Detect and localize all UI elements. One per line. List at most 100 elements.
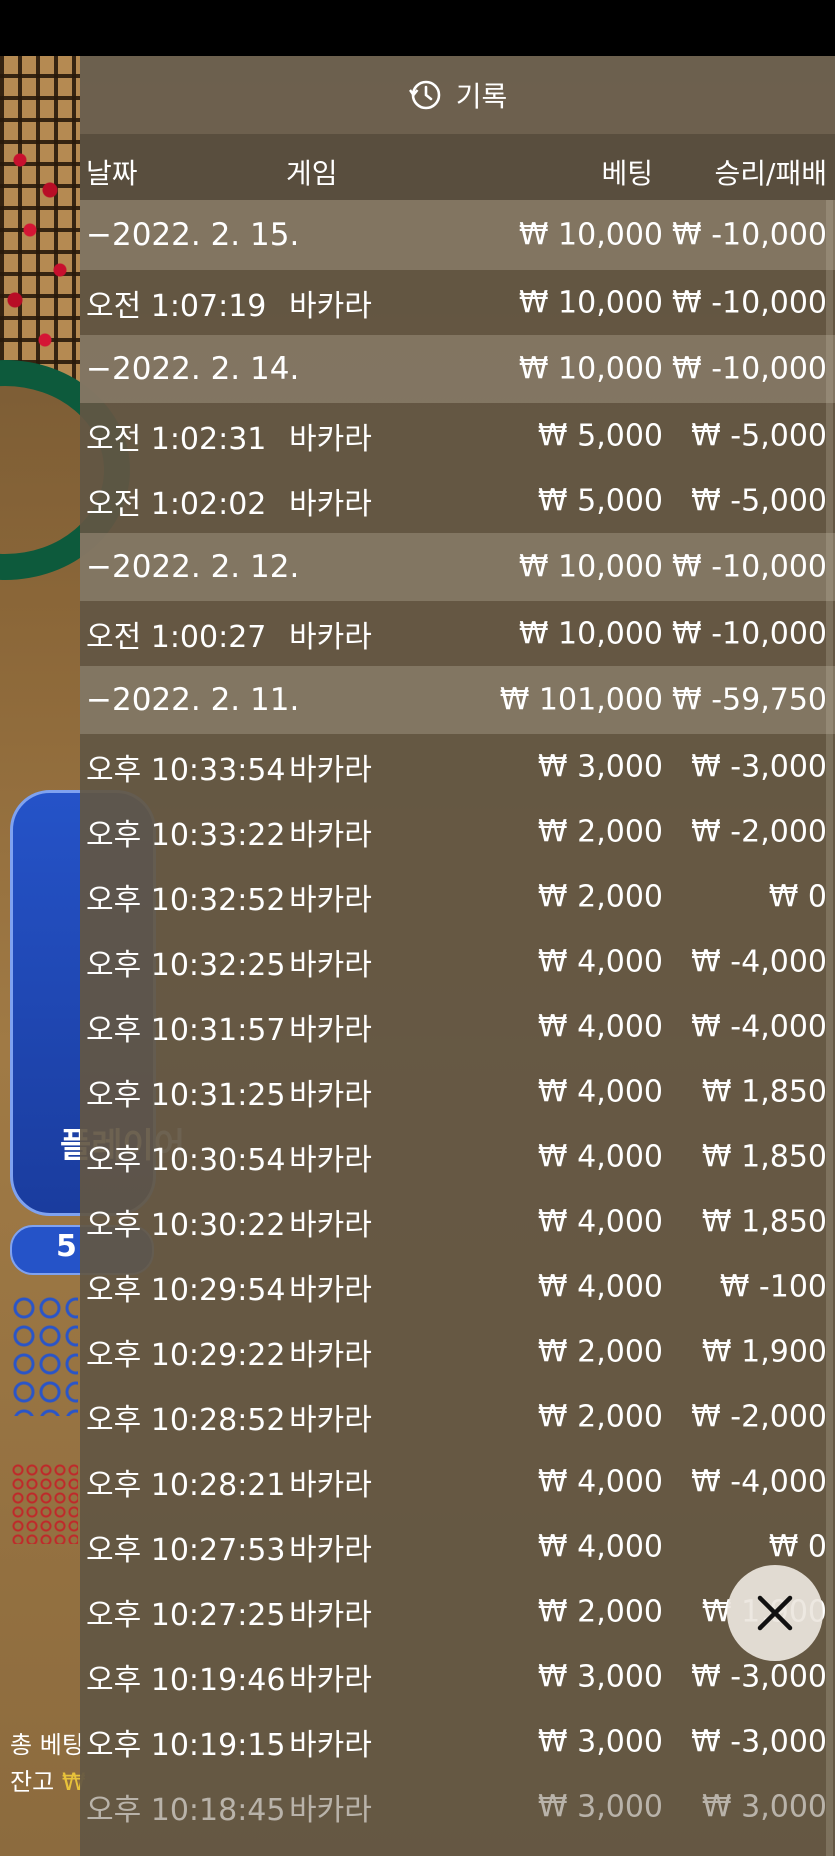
- row-result: ₩ -3,000: [691, 749, 827, 784]
- header-game: 게임: [286, 157, 338, 190]
- row-bet: ₩ 2,000: [537, 879, 663, 914]
- row-date: 오후 10:33:54: [86, 752, 286, 788]
- date-group-row[interactable]: −2022. 2. 15. ₩ 10,000 ₩ -10,000: [80, 200, 835, 270]
- date-group-row[interactable]: −2022. 2. 11. ₩ 101,000 ₩ -59,750: [80, 666, 835, 734]
- row-result: ₩ 1,850: [701, 1204, 827, 1239]
- date-group-row[interactable]: −2022. 2. 12. ₩ 10,000 ₩ -10,000: [80, 533, 835, 601]
- scrollbar[interactable]: [826, 200, 833, 1856]
- row-result: ₩ -10,000: [672, 616, 827, 651]
- history-row: 오후 10:28:21 바카라 ₩ 4,000 ₩ -4,000: [80, 1449, 835, 1514]
- row-date: 오후 10:27:25: [86, 1597, 286, 1633]
- history-row: 오후 10:30:22 바카라 ₩ 4,000 ₩ 1,850: [80, 1189, 835, 1254]
- row-result: ₩ -5,000: [691, 418, 827, 453]
- history-row: 오후 10:30:54 바카라 ₩ 4,000 ₩ 1,850: [80, 1124, 835, 1189]
- row-game: 바카라: [289, 752, 372, 788]
- row-game: 바카라: [289, 1012, 372, 1048]
- big-road: [12, 1464, 78, 1544]
- row-date: 오후 10:30:22: [86, 1207, 286, 1243]
- row-date: 오후 10:19:46: [86, 1662, 286, 1698]
- row-result: ₩ -4,000: [691, 944, 827, 979]
- date-group-row[interactable]: −2022. 2. 14. ₩ 10,000 ₩ -10,000: [80, 335, 835, 403]
- row-date: −2022. 2. 11.: [86, 682, 300, 718]
- history-panel: 기록 날짜 게임 베팅 승리/패배 −2022. 2. 15. ₩ 10,000 ₩…: [80, 56, 835, 1856]
- row-date: 오후 10:32:52: [86, 882, 286, 918]
- row-bet: ₩ 101,000: [499, 682, 663, 718]
- row-date: 오후 10:27:53: [86, 1532, 286, 1568]
- row-bet: ₩ 3,000: [537, 749, 663, 784]
- row-date: 오후 10:30:54: [86, 1142, 286, 1178]
- row-date: 오후 10:29:54: [86, 1272, 286, 1308]
- row-bet: ₩ 3,000: [537, 1659, 663, 1694]
- history-row: 오후 10:32:25 바카라 ₩ 4,000 ₩ -4,000: [80, 929, 835, 994]
- row-result: ₩ -3,000: [691, 1724, 827, 1759]
- row-result: ₩ -59,750: [672, 682, 827, 718]
- history-row: 오후 10:29:22 바카라 ₩ 2,000 ₩ 1,900: [80, 1319, 835, 1384]
- row-result: ₩ -5,000: [691, 483, 827, 518]
- history-row: 오후 10:33:22 바카라 ₩ 2,000 ₩ -2,000: [80, 799, 835, 864]
- total-bet-label: 총 베팅: [10, 1731, 84, 1759]
- header-date: 날짜: [86, 157, 138, 190]
- column-headers: 날짜 게임 베팅 승리/패배: [80, 134, 835, 200]
- row-date: −2022. 2. 12.: [86, 549, 300, 585]
- row-result: ₩ 0: [768, 879, 827, 914]
- row-bet: ₩ 4,000: [537, 1269, 663, 1304]
- header-bet: 베팅: [601, 157, 653, 190]
- row-result: ₩ -4,000: [691, 1009, 827, 1044]
- row-bet: ₩ 5,000: [537, 418, 663, 453]
- history-row: 오후 10:31:57 바카라 ₩ 4,000 ₩ -4,000: [80, 994, 835, 1059]
- row-game: 바카라: [289, 1597, 372, 1633]
- row-result: ₩ -4,000: [691, 1464, 827, 1499]
- panel-title: 기록: [455, 80, 508, 113]
- header-result: 승리/패배: [714, 157, 827, 190]
- history-row: 오전 1:02:02 바카라 ₩ 5,000 ₩ -5,000: [80, 468, 835, 533]
- row-bet: ₩ 10,000: [518, 351, 663, 387]
- row-date: −2022. 2. 15.: [86, 217, 300, 253]
- row-result: ₩ -10,000: [672, 549, 827, 585]
- row-bet: ₩ 3,000: [537, 1724, 663, 1759]
- row-date: 오전 1:07:19: [86, 288, 267, 324]
- status-bar: [0, 0, 835, 56]
- row-date: 오후 10:18:45: [86, 1792, 286, 1828]
- row-game: 바카라: [289, 947, 372, 983]
- row-bet: ₩ 4,000: [537, 1204, 663, 1239]
- history-list[interactable]: −2022. 2. 15. ₩ 10,000 ₩ -10,000 오전 1:07:19…: [80, 200, 835, 1839]
- row-result: ₩ -100: [719, 1269, 827, 1304]
- row-game: 바카라: [289, 1792, 372, 1828]
- row-bet: ₩ 10,000: [518, 217, 663, 253]
- row-bet: ₩ 5,000: [537, 483, 663, 518]
- row-date: 오후 10:28:52: [86, 1402, 286, 1438]
- row-game: 바카라: [289, 1727, 372, 1763]
- row-date: 오전 1:02:02: [86, 486, 267, 522]
- row-bet: ₩ 2,000: [537, 1399, 663, 1434]
- history-clock-icon: [408, 80, 441, 110]
- row-date: −2022. 2. 14.: [86, 351, 300, 387]
- row-date: 오후 10:31:25: [86, 1077, 286, 1113]
- bead-road: [12, 1296, 78, 1416]
- row-date: 오후 10:28:21: [86, 1467, 286, 1503]
- row-game: 바카라: [289, 1532, 372, 1568]
- row-result: ₩ 0: [768, 1529, 827, 1564]
- row-date: 오후 10:33:22: [86, 817, 286, 853]
- row-game: 바카라: [289, 1337, 372, 1373]
- row-game: 바카라: [289, 288, 372, 324]
- balance-label: 잔고 ₩: [10, 1768, 86, 1796]
- row-result: ₩ -3,000: [691, 1659, 827, 1694]
- history-row: 오후 10:19:46 바카라 ₩ 3,000 ₩ -3,000: [80, 1644, 835, 1709]
- row-date: 오후 10:32:25: [86, 947, 286, 983]
- flower-decoration: [0, 120, 78, 380]
- row-bet: ₩ 10,000: [518, 616, 663, 651]
- row-result: ₩ -10,000: [672, 217, 827, 253]
- row-result: ₩ 3,000: [701, 1789, 827, 1824]
- panel-header: 기록: [80, 56, 835, 134]
- row-bet: ₩ 4,000: [537, 1139, 663, 1174]
- row-game: 바카라: [289, 1142, 372, 1178]
- row-date: 오후 10:29:22: [86, 1337, 286, 1373]
- row-bet: ₩ 4,000: [537, 1464, 663, 1499]
- row-date: 오후 10:19:15: [86, 1727, 286, 1763]
- row-game: 바카라: [289, 619, 372, 655]
- close-button[interactable]: [727, 1565, 823, 1661]
- row-game: 바카라: [289, 1272, 372, 1308]
- history-row: 오후 10:28:52 바카라 ₩ 2,000 ₩ -2,000: [80, 1384, 835, 1449]
- row-bet: ₩ 2,000: [537, 814, 663, 849]
- row-game: 바카라: [289, 1402, 372, 1438]
